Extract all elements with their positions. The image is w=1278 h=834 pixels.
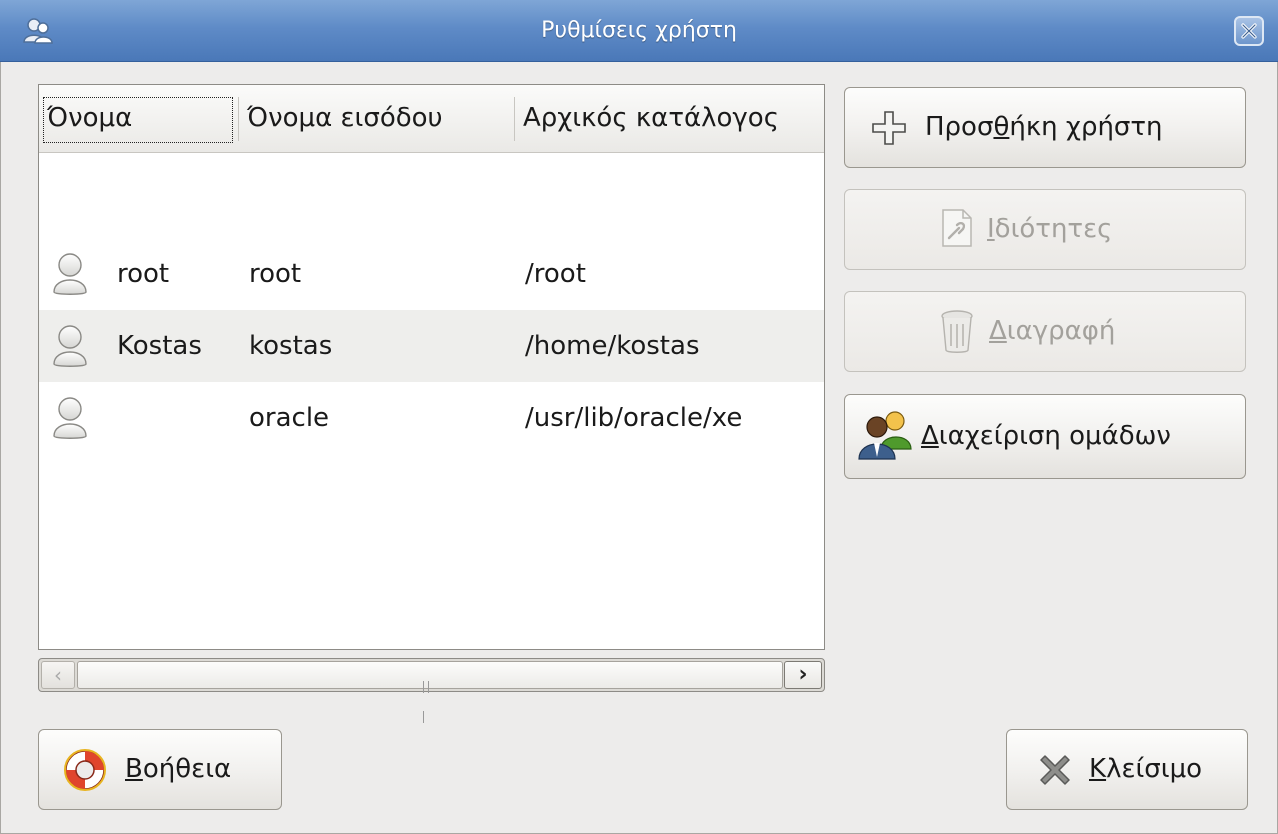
trash-icon	[941, 310, 973, 353]
cell-name: Kostas	[117, 331, 202, 361]
title-bar[interactable]: Ρυθμίσεις χρήστη	[0, 0, 1278, 62]
button-label: Κλείσιμο	[1089, 754, 1203, 784]
column-header-label: Αρχικός κατάλογος	[523, 103, 779, 133]
cell-login: kostas	[249, 331, 333, 361]
cell-home: /usr/lib/oracle/xe	[525, 403, 743, 433]
user-icon	[53, 253, 87, 295]
column-header-name[interactable]: Όνομα	[39, 85, 239, 152]
lifebuoy-icon	[64, 749, 106, 791]
chevron-left-icon: ‹	[54, 663, 62, 687]
scroll-thumb[interactable]	[77, 661, 783, 723]
cell-home: /home/kostas	[525, 331, 700, 361]
properties-button[interactable]: Ιδιότητες	[844, 189, 1246, 270]
horizontal-scrollbar[interactable]: ‹ ›	[38, 658, 825, 723]
user-icon	[53, 397, 87, 439]
button-label: Διαχείριση ομάδων	[921, 421, 1171, 451]
user-list[interactable]: Όνομα Όνομα εισόδου Αρχικός κατάλογος ro…	[38, 84, 825, 650]
user-icon	[53, 325, 87, 367]
plus-icon	[872, 111, 906, 145]
properties-icon	[942, 209, 972, 247]
cell-login: oracle	[249, 403, 330, 433]
list-header: Όνομα Όνομα εισόδου Αρχικός κατάλογος	[39, 85, 824, 153]
cell-name: root	[117, 259, 170, 289]
scroll-left-button[interactable]: ‹	[41, 661, 75, 689]
column-header-home[interactable]: Αρχικός κατάλογος	[515, 85, 824, 152]
add-user-button[interactable]: Προσθήκη χρήστη	[844, 87, 1246, 168]
chevron-right-icon: ›	[798, 662, 808, 687]
manage-groups-button[interactable]: Διαχείριση ομάδων	[844, 394, 1246, 479]
button-label: Διαγραφή	[989, 316, 1116, 346]
cell-home: /root	[525, 259, 586, 289]
button-label: Προσθήκη χρήστη	[925, 112, 1163, 142]
button-label: Βοήθεια	[125, 754, 232, 784]
focus-outline	[43, 97, 233, 143]
delete-button[interactable]: Διαγραφή	[844, 291, 1246, 372]
column-header-login[interactable]: Όνομα εισόδου	[239, 85, 515, 152]
x-icon	[1040, 755, 1070, 785]
cell-login: root	[249, 259, 302, 289]
grip-icon	[423, 670, 437, 723]
scroll-right-button[interactable]: ›	[784, 661, 822, 689]
cell-name	[117, 382, 239, 454]
help-button[interactable]: Βοήθεια	[38, 729, 282, 810]
window-title: Ρυθμίσεις χρήστη	[541, 18, 737, 43]
button-label: Ιδιότητες	[987, 214, 1113, 244]
window-close-button[interactable]	[1234, 16, 1264, 46]
close-button[interactable]: Κλείσιμο	[1006, 729, 1248, 810]
column-header-label: Όνομα εισόδου	[247, 103, 443, 133]
group-icon	[858, 411, 912, 460]
close-icon	[1241, 23, 1257, 39]
